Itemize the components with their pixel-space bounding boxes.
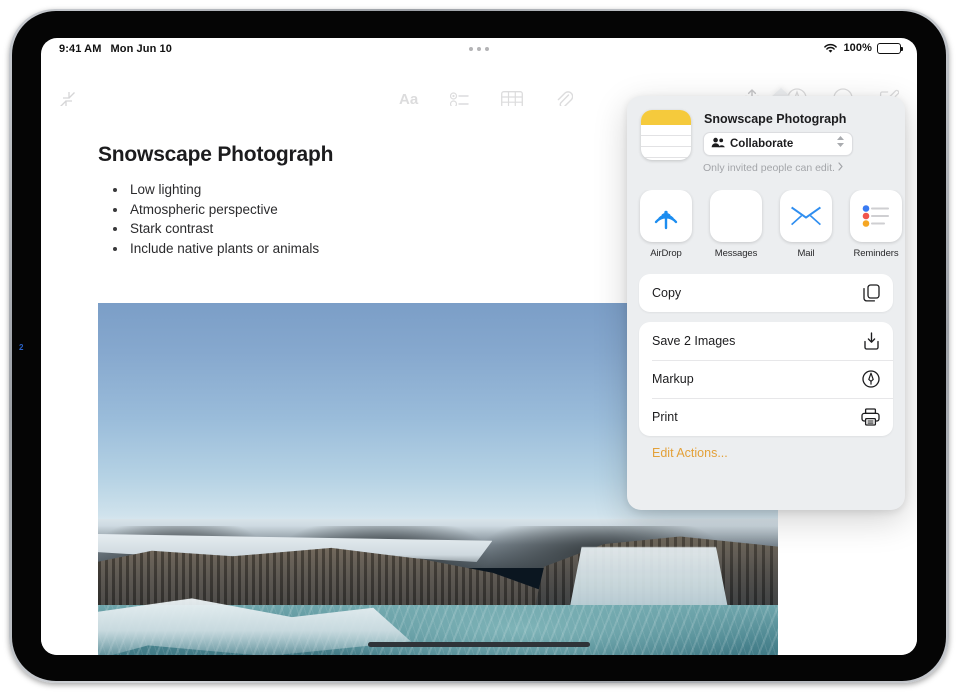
share-actions-primary: Copy: [639, 274, 893, 312]
collaborate-label: Collaborate: [730, 138, 793, 150]
mail-icon: [780, 190, 832, 242]
messages-icon: [710, 190, 762, 242]
share-sheet-header: Snowscape Photograph Collaborate: [627, 96, 905, 190]
permission-row[interactable]: Only invited people can edit.: [703, 162, 843, 174]
list-item: Stark contrast: [107, 219, 319, 238]
permission-text: Only invited people can edit.: [703, 162, 835, 174]
wifi-icon: [823, 43, 838, 54]
share-target-mail[interactable]: Mail: [779, 190, 833, 259]
action-label: Save 2 Images: [652, 334, 735, 348]
markup-pen-icon: [862, 370, 880, 388]
copy-icon: [863, 284, 880, 302]
share-doc-title: Snowscape Photograph: [704, 112, 846, 126]
reminders-icon: [850, 190, 902, 242]
share-targets-row[interactable]: AirDrop Messages: [627, 190, 905, 274]
screenshot-stage: 2 9:41 AM Mon Jun 10 100%: [0, 0, 958, 692]
printer-icon: [861, 408, 880, 426]
airdrop-icon: [640, 190, 692, 242]
action-copy[interactable]: Copy: [639, 274, 893, 312]
share-actions-secondary: Save 2 Images Markup: [639, 322, 893, 436]
multitasking-dots-icon[interactable]: [469, 47, 489, 51]
status-bar-left: 9:41 AM Mon Jun 10: [59, 43, 172, 55]
page-title: Snowscape Photograph: [98, 143, 333, 167]
note-bullet-list: Low lighting Atmospheric perspective Sta…: [107, 180, 319, 258]
ipad-screen: 9:41 AM Mon Jun 10 100%: [41, 38, 917, 655]
chevron-up-down-icon: [836, 135, 845, 153]
battery-percent: 100%: [843, 42, 872, 54]
share-target-label: AirDrop: [639, 248, 693, 259]
share-target-label: Reminders: [849, 248, 903, 259]
action-markup[interactable]: Markup: [639, 360, 893, 398]
save-to-photos-icon: [863, 332, 880, 350]
collaborate-dropdown[interactable]: Collaborate: [703, 132, 853, 156]
people-icon: [711, 135, 725, 153]
notes-document-icon: [641, 110, 691, 160]
status-time: 9:41 AM: [59, 43, 101, 55]
chevron-right-icon: [838, 162, 843, 174]
action-label: Copy: [652, 286, 681, 300]
list-item: Low lighting: [107, 180, 319, 199]
list-item: Atmospheric perspective: [107, 200, 319, 219]
status-date: Mon Jun 10: [110, 43, 172, 55]
edit-actions-button[interactable]: Edit Actions...: [652, 446, 905, 460]
share-target-label: Mail: [779, 248, 833, 259]
share-target-reminders[interactable]: Reminders: [849, 190, 903, 259]
list-item: Include native plants or animals: [107, 239, 319, 258]
share-target-messages[interactable]: Messages: [709, 190, 763, 259]
battery-full-icon: [877, 43, 901, 54]
action-save-images[interactable]: Save 2 Images: [639, 322, 893, 360]
home-indicator[interactable]: [368, 642, 590, 647]
share-sheet-popover: Snowscape Photograph Collaborate: [627, 96, 905, 510]
status-bar-right: 100%: [823, 42, 901, 54]
action-print[interactable]: Print: [639, 398, 893, 436]
action-label: Markup: [652, 372, 694, 386]
share-target-airdrop[interactable]: AirDrop: [639, 190, 693, 259]
share-target-label: Messages: [709, 248, 763, 259]
bezel-annotation: 2: [19, 343, 23, 352]
action-label: Print: [652, 410, 678, 424]
